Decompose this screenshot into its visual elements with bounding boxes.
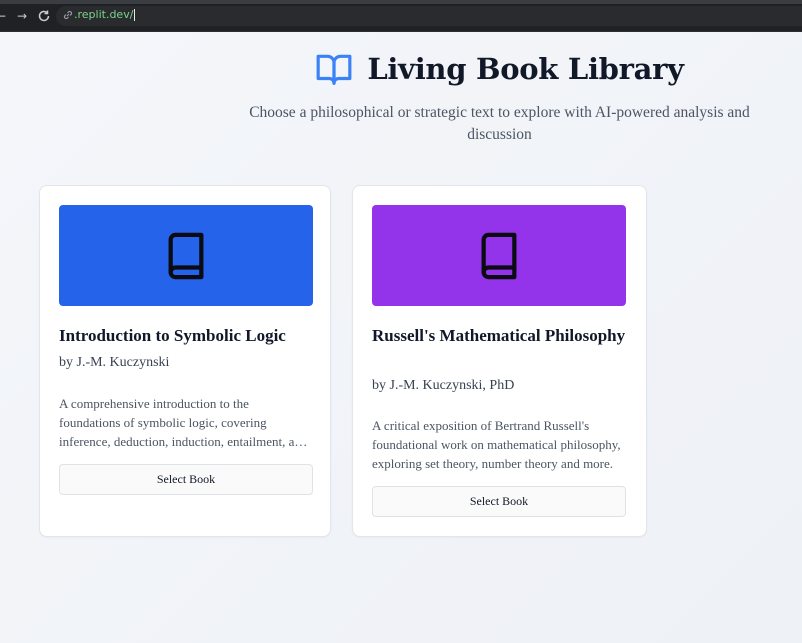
browser-toolbar: ← → .replit.dev/ [0, 0, 802, 32]
link-icon [63, 10, 73, 20]
book-title: Russell's Mathematical Philosophy [372, 326, 626, 345]
book-icon [481, 232, 517, 279]
page-subtitle: Choose a philosophical or strategic text… [249, 104, 750, 143]
select-book-button[interactable]: Select Book [372, 486, 626, 517]
forward-arrow-icon[interactable]: → [15, 9, 29, 23]
book-card[interactable]: Russell's Mathematical Philosophy by J.-… [352, 185, 647, 537]
book-cover [372, 205, 626, 306]
book-description: A critical exposition of Bertrand Russel… [372, 418, 621, 471]
tab-strip [0, 0, 802, 4]
library-page: Living Book Library Choose a philosophic… [0, 32, 802, 643]
book-card[interactable]: Introduction to Symbolic Logic by J.-M. … [39, 185, 331, 537]
address-bar[interactable]: .replit.dev/ [56, 6, 802, 26]
select-book-button[interactable]: Select Book [59, 464, 313, 495]
open-book-icon [316, 54, 352, 85]
book-author: by J.-M. Kuczynski, PhD [372, 378, 515, 393]
page-title: Living Book Library [367, 52, 684, 86]
reload-icon[interactable] [37, 9, 51, 23]
page-header: Living Book Library Choose a philosophic… [222, 50, 777, 146]
book-cover [59, 205, 313, 306]
book-author: by J.-M. Kuczynski [59, 355, 170, 370]
book-description: A comprehensive introduction to the foun… [59, 396, 308, 449]
book-icon [168, 232, 204, 279]
back-arrow-icon[interactable]: ← [0, 9, 8, 23]
url-text: .replit.dev/ [74, 8, 136, 21]
book-title: Introduction to Symbolic Logic [59, 326, 286, 345]
